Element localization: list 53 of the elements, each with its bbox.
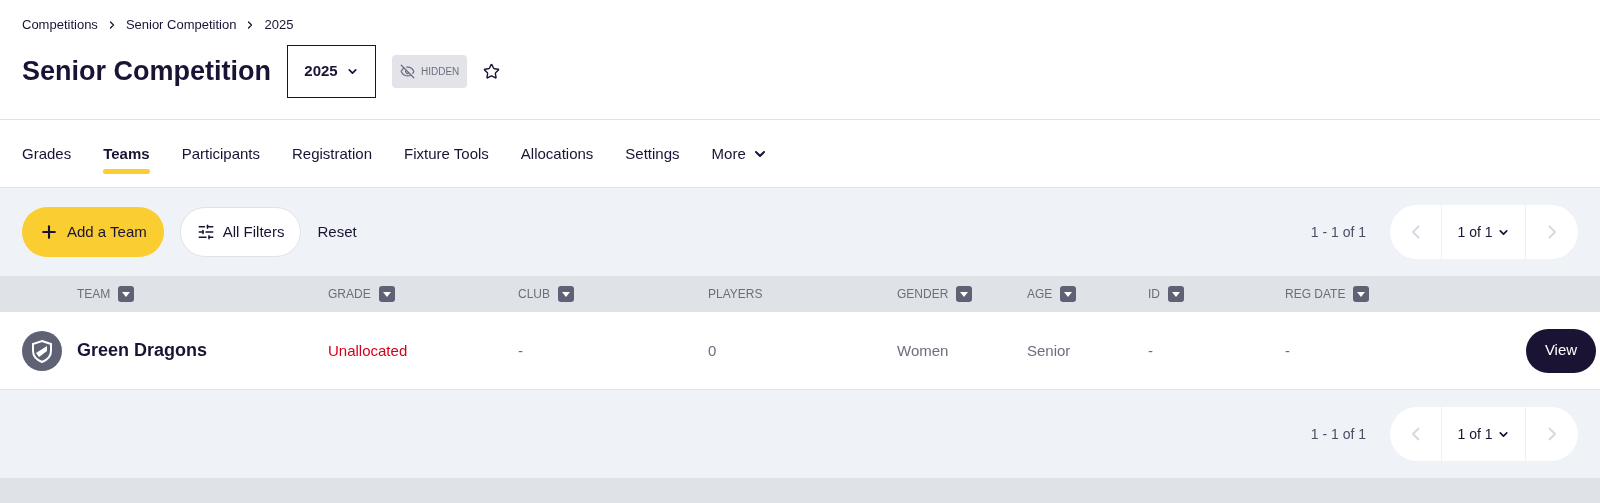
column-header: AGE xyxy=(1027,286,1053,303)
sort-dropdown-icon[interactable] xyxy=(378,286,395,302)
column-header: GRADE xyxy=(328,286,371,303)
chevron-right-icon xyxy=(1548,427,1556,441)
sort-dropdown-icon[interactable] xyxy=(1168,286,1184,302)
column-header: REG DATE xyxy=(1285,286,1346,303)
table-cell: Green Dragons xyxy=(77,340,208,360)
sort-dropdown-icon[interactable] xyxy=(1060,286,1077,302)
hidden-badge: HIDDEN xyxy=(392,54,468,88)
favourite-button[interactable] xyxy=(483,62,501,80)
tab[interactable]: Settings xyxy=(625,132,680,175)
breadcrumb-link[interactable]: Senior Competition xyxy=(125,15,237,35)
season-select[interactable]: 2025 xyxy=(287,44,376,98)
eye-slash-icon xyxy=(400,63,415,79)
tab[interactable]: Participants xyxy=(181,132,260,175)
column-header: ID xyxy=(1148,286,1160,303)
sort-dropdown-icon[interactable] xyxy=(956,286,973,302)
table-cell: Senior xyxy=(1027,341,1071,359)
team-shield-icon xyxy=(22,330,62,371)
plus-icon xyxy=(39,222,59,242)
sort-dropdown-icon[interactable] xyxy=(118,286,135,302)
view-button[interactable]: View xyxy=(1526,328,1596,373)
tab[interactable]: Grades xyxy=(22,132,72,175)
page-title: Senior Competition xyxy=(22,54,271,88)
add-team-button[interactable]: Add a Team xyxy=(22,207,164,257)
reset-link[interactable]: Reset xyxy=(317,220,357,244)
chevron-right-icon xyxy=(1548,225,1556,239)
table-cell: - xyxy=(1285,341,1290,359)
table-cell: Unallocated xyxy=(328,341,408,359)
chevron-left-icon xyxy=(1411,225,1420,239)
table-cell: 0 xyxy=(708,341,717,359)
column-header: TEAM xyxy=(77,286,111,303)
star-icon xyxy=(483,62,501,80)
tab[interactable]: Allocations xyxy=(520,132,594,175)
page-range: 1 - 1 of 1 xyxy=(1310,424,1366,444)
breadcrumb-link[interactable]: Competitions xyxy=(22,15,98,35)
table-cell: Women xyxy=(897,341,949,359)
sliders-icon xyxy=(196,223,215,241)
column-header: PLAYERS xyxy=(708,286,763,303)
tab[interactable]: Registration xyxy=(292,132,373,175)
tab[interactable]: Teams xyxy=(103,132,150,175)
column-header: CLUB xyxy=(518,286,550,303)
sort-dropdown-icon[interactable] xyxy=(558,286,574,302)
page-range: 1 - 1 of 1 xyxy=(1310,222,1366,242)
all-filters-button[interactable]: All Filters xyxy=(179,207,302,257)
sort-dropdown-icon[interactable] xyxy=(1353,286,1370,302)
table-cell: - xyxy=(518,341,523,359)
table-cell: - xyxy=(1148,341,1153,359)
breadcrumb-link[interactable]: 2025 xyxy=(264,15,294,35)
tab[interactable]: Fixture Tools xyxy=(404,132,489,175)
column-header: GENDER xyxy=(897,286,949,303)
tab[interactable]: More xyxy=(711,132,768,175)
chevron-left-icon xyxy=(1411,427,1420,441)
